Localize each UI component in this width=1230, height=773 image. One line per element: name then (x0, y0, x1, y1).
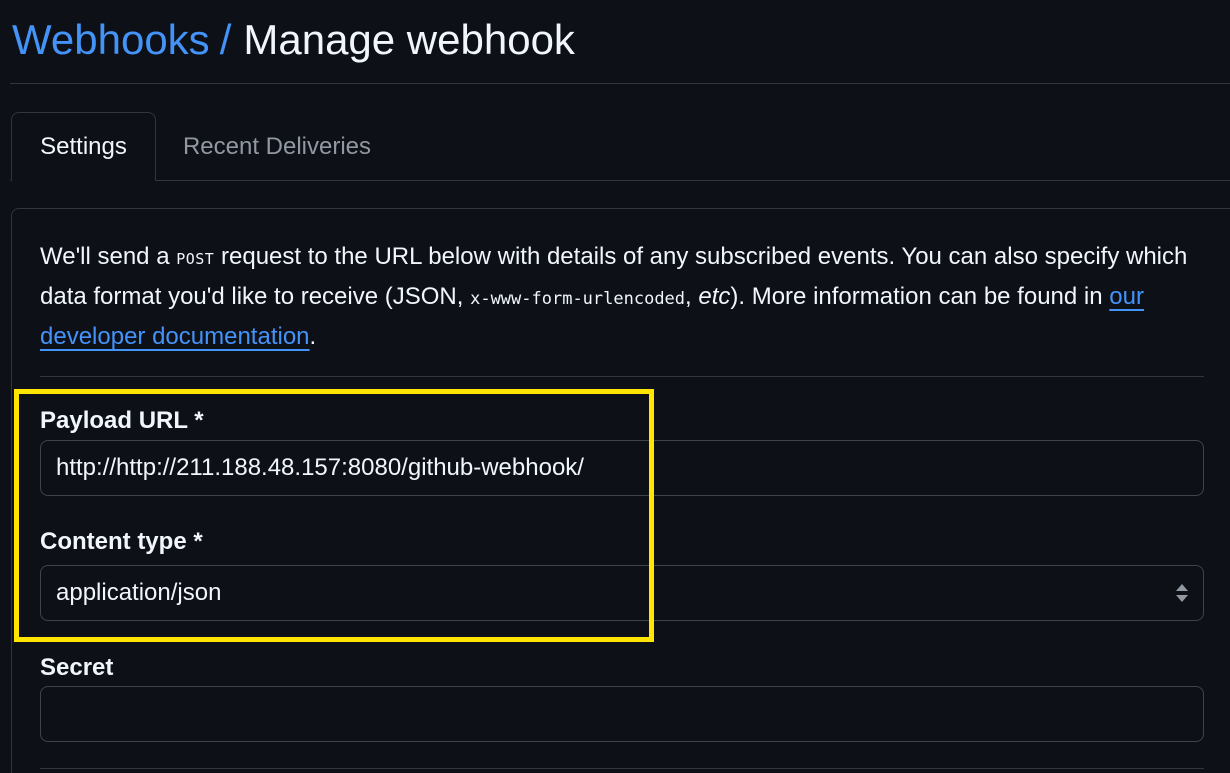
intro-text-part: , (685, 283, 699, 310)
secret-input[interactable] (56, 700, 1188, 728)
section-divider (40, 768, 1204, 769)
tab-recent-deliveries[interactable]: Recent Deliveries (160, 112, 394, 181)
payload-url-field[interactable] (40, 440, 1204, 496)
tab-settings[interactable]: Settings (11, 112, 156, 181)
payload-url-input[interactable] (56, 454, 1188, 482)
select-arrows-icon (1176, 584, 1188, 602)
intro-text-part: ). More information can be found in (730, 283, 1110, 310)
method-code: POST (176, 250, 215, 268)
secret-label: Secret (40, 654, 114, 681)
manage-webhook-page: Webhooks / Manage webhook Settings Recent … (0, 0, 1230, 773)
content-type-label: Content type * (40, 528, 203, 555)
breadcrumb-webhooks-link[interactable]: Webhooks (12, 16, 210, 63)
content-type-value: application/json (56, 579, 222, 606)
intro-text: We'll send a POST request to the URL bel… (40, 238, 1215, 356)
breadcrumb-separator: / (219, 16, 232, 63)
intro-divider (40, 376, 1204, 377)
format-code: x-www-form-urlencoded (470, 289, 686, 309)
secret-field[interactable] (40, 686, 1204, 742)
intro-text-part: We'll send a (40, 243, 177, 270)
content-type-select[interactable]: application/json (40, 565, 1204, 621)
payload-url-label: Payload URL * (40, 407, 204, 434)
breadcrumb-current: Manage webhook (243, 16, 575, 63)
page-title: Webhooks / Manage webhook (12, 14, 575, 66)
intro-text-part: . (309, 323, 317, 350)
etc-text: etc (698, 283, 731, 310)
header-divider (10, 83, 1230, 84)
